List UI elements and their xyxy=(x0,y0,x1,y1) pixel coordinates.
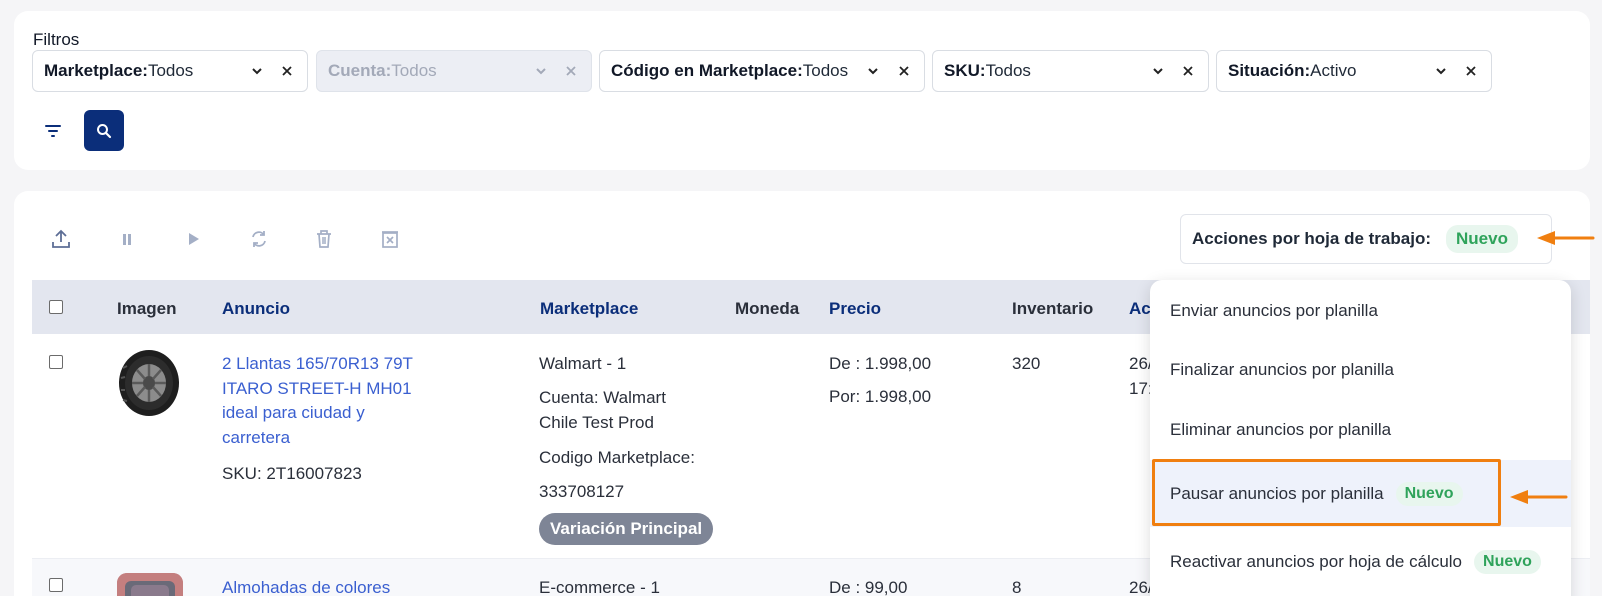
sheet-actions-menu: Enviar anuncios por planilla Finalizar a… xyxy=(1150,280,1571,596)
filter-key: Marketplace: xyxy=(44,61,148,80)
close-icon xyxy=(566,66,576,76)
price-from: De : 99,00 xyxy=(829,578,908,596)
column-moneda: Moneda xyxy=(735,299,800,318)
delete-box-icon xyxy=(382,231,398,248)
search-icon xyxy=(97,123,112,138)
column-imagen: Imagen xyxy=(117,299,177,318)
marketplace-name: Walmart - 1 xyxy=(539,354,627,373)
menu-item-reactivar[interactable]: Reactivar anuncios por hoja de cálculo N… xyxy=(1150,535,1571,589)
filter-key: Código en Marketplace: xyxy=(611,61,803,80)
column-anuncio[interactable]: Anuncio xyxy=(222,299,290,319)
filters-title: Filtros xyxy=(33,30,80,49)
filter-lines-icon xyxy=(45,125,61,137)
variation-badge: Variación Principal xyxy=(539,513,714,545)
highlight-box xyxy=(1152,459,1501,526)
listing-title-link[interactable]: 2 Llantas 165/70R13 79T ITARO STREET-H M… xyxy=(222,352,482,451)
listing-title-link[interactable]: Almohadas de colores xyxy=(222,576,390,596)
listing-title-line: 2 Llantas 165/70R13 79T xyxy=(222,354,413,373)
filter-key: SKU: xyxy=(944,61,986,80)
column-marketplace[interactable]: Marketplace xyxy=(540,299,638,319)
menu-item-label: Eliminar anuncios por planilla xyxy=(1170,420,1392,439)
new-badge: Nuevo xyxy=(1474,550,1541,574)
menu-item-label: Enviar anuncios por planilla xyxy=(1170,301,1378,320)
marketplace-code-value: 333708127 xyxy=(539,482,625,501)
column-inventario: Inventario xyxy=(1012,299,1094,318)
price-from: De : 1.998,00 xyxy=(829,354,932,373)
pause-button[interactable] xyxy=(114,226,140,252)
account-line: Chile Test Prod xyxy=(539,412,654,432)
trash-icon xyxy=(317,230,331,248)
play-icon xyxy=(189,233,199,245)
price-to: Por: 1.998,00 xyxy=(829,387,932,406)
new-badge: Nuevo xyxy=(1446,225,1518,253)
filter-cuenta: Cuenta: Todos xyxy=(316,50,592,92)
close-icon[interactable] xyxy=(896,63,912,79)
refresh-icon xyxy=(252,231,266,247)
column-precio[interactable]: Precio xyxy=(829,299,881,319)
menu-item-label: Finalizar anuncios por planilla xyxy=(1170,360,1394,379)
listing-title-line: ITARO STREET-H MH01 xyxy=(222,378,412,398)
play-button[interactable] xyxy=(180,226,206,252)
filter-value: Todos xyxy=(147,61,194,80)
marketplace-code-label: Codigo Marketplace: xyxy=(539,448,695,467)
filter-situacion[interactable]: Situación: Activo xyxy=(1216,50,1492,92)
menu-item-enviar[interactable]: Enviar anuncios por planilla xyxy=(1150,284,1571,338)
row-checkbox[interactable] xyxy=(49,355,63,369)
menu-item-eliminar[interactable]: Eliminar anuncios por planilla xyxy=(1150,403,1571,457)
marketplace-name: E-commerce - 1 xyxy=(539,578,660,596)
filter-value: Todos xyxy=(802,61,849,80)
product-image[interactable] xyxy=(117,573,183,596)
chevron-down-icon[interactable] xyxy=(1150,63,1166,79)
filter-key: Cuenta: xyxy=(328,61,392,80)
listing-title-line: carretera xyxy=(222,427,291,447)
inventory: 8 xyxy=(1012,578,1022,596)
close-icon[interactable] xyxy=(1180,63,1196,79)
inventory: 320 xyxy=(1012,354,1041,373)
close-icon[interactable] xyxy=(279,63,295,79)
upload-icon xyxy=(52,229,70,248)
product-image[interactable] xyxy=(117,348,181,418)
account-name: Cuenta: Walmart Chile Test Prod xyxy=(539,386,666,435)
filter-sku[interactable]: SKU: Todos xyxy=(932,50,1209,92)
listing-title-line: ideal para ciudad y xyxy=(222,403,365,423)
trash-button[interactable] xyxy=(311,226,337,252)
chevron-down-icon[interactable] xyxy=(865,63,881,79)
chevron-down-icon[interactable] xyxy=(249,63,265,79)
filter-value: Todos xyxy=(391,61,437,80)
filter-value: Activo xyxy=(1310,61,1357,80)
delete-box-button[interactable] xyxy=(377,226,403,252)
account-line: Cuenta: Walmart xyxy=(539,388,666,407)
listing-sku: SKU: 2T16007823 xyxy=(222,464,362,483)
pause-icon xyxy=(123,234,131,245)
sheet-actions-dropdown[interactable]: Acciones por hoja de trabajo: Nuevo xyxy=(1180,214,1552,264)
sheet-actions-label: Acciones por hoja de trabajo: xyxy=(1192,229,1431,248)
arrow-annotation-icon xyxy=(1537,231,1595,245)
arrow-annotation-icon xyxy=(1510,490,1568,504)
select-all-checkbox[interactable] xyxy=(49,300,63,314)
chevron-down-icon[interactable] xyxy=(1433,63,1449,79)
refresh-button[interactable] xyxy=(246,226,272,252)
menu-item-finalizar[interactable]: Finalizar anuncios por planilla xyxy=(1150,343,1571,397)
filter-value: Todos xyxy=(985,61,1031,80)
menu-item-label: Reactivar anuncios por hoja de cálculo xyxy=(1170,552,1463,571)
chevron-down-icon xyxy=(536,68,546,75)
pillow-image xyxy=(117,573,183,596)
search-button[interactable] xyxy=(84,110,124,151)
filter-marketplace[interactable]: Marketplace: Todos xyxy=(32,50,308,92)
filter-toggle-button[interactable] xyxy=(41,111,65,151)
row-checkbox[interactable] xyxy=(49,578,63,592)
upload-button[interactable] xyxy=(48,226,74,252)
close-icon[interactable] xyxy=(1463,63,1479,79)
filter-codigo-marketplace[interactable]: Código en Marketplace: Todos xyxy=(599,50,925,92)
filter-key: Situación: xyxy=(1228,61,1311,80)
